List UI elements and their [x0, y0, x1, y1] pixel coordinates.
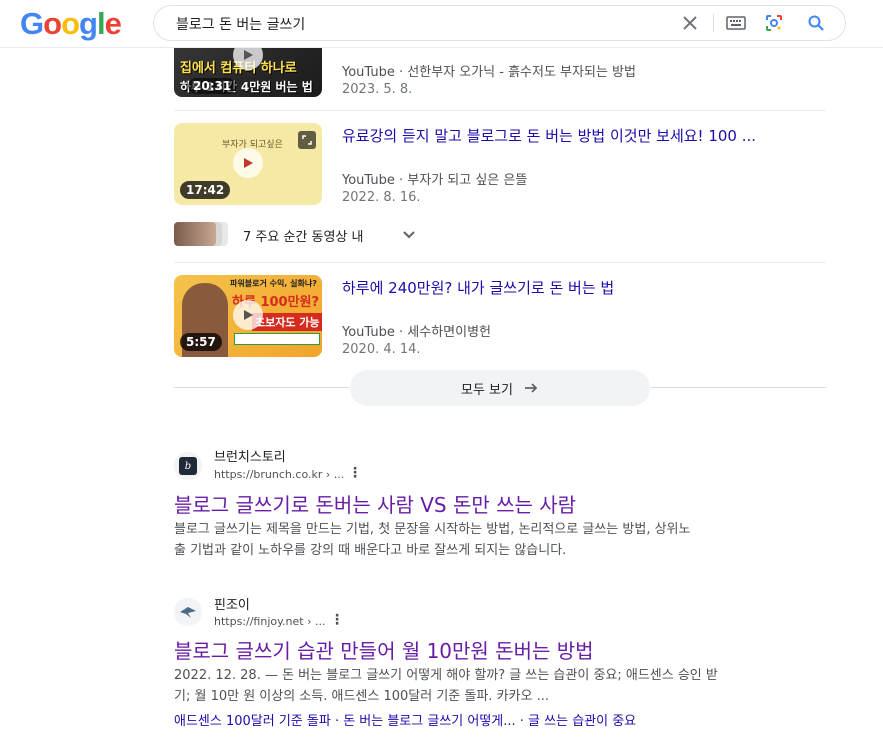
chevron-down-icon[interactable] [402, 227, 416, 246]
arrow-right-icon [524, 383, 538, 393]
search-input[interactable]: 블로그 돈 버는 글쓰기 [176, 14, 305, 34]
snippet-line: 블로그 글쓰기는 제목을 만드는 기법, 첫 문장을 시작하는 방법, 논리적으… [174, 522, 691, 537]
search-bar-graphic [234, 333, 320, 345]
video-date: 2022. 8. 16. [342, 190, 421, 205]
channel-name: 선한부자 오가닉 - 흙수저도 부자되는 방법 [407, 65, 636, 80]
site-name[interactable]: 핀조이 [214, 594, 250, 613]
video-result[interactable]: 파워블로거 수익, 실화냐? 하루 100만원? 초보자도 가능 5:57 하루… [174, 275, 826, 365]
search-icon[interactable] [806, 13, 826, 33]
result-snippet: 블로그 글쓰기는 제목을 만드는 기법, 첫 문장을 시작하는 방법, 논리적으… [174, 519, 784, 561]
result-title-link[interactable]: 블로그 글쓰기로 돈버는 사람 VS 돈만 쓰는 사람 [174, 489, 576, 518]
result-title-link[interactable]: 블로그 글쓰기 습관 만들어 월 10만원 돈버는 방법 [174, 635, 594, 664]
thumbnail-caption: 파워블로거 수익, 실화냐? [230, 279, 317, 288]
web-result: 핀조이 https://finjoy.net › ... ⋮ 블로그 글쓰기 습… [174, 594, 794, 734]
expand-icon[interactable] [298, 131, 316, 149]
header: Google 블로그 돈 버는 글쓰기 [0, 0, 883, 47]
search-box[interactable]: 블로그 돈 버는 글쓰기 [153, 5, 846, 41]
clear-icon[interactable] [680, 13, 700, 33]
video-result[interactable]: 부자가 되고싶은 17:42 유료강의 듣지 말고 블로그로 돈 버는 방법 이… [174, 123, 826, 213]
moment-thumbnails [174, 222, 228, 246]
logo-letter: G [20, 6, 44, 41]
sitelinks[interactable]: 애드센스 100달러 기준 돌파 · 돈 버는 블로그 글쓰기 어떻게... ·… [174, 710, 636, 729]
logo-letter: l [96, 6, 106, 41]
video-thumbnail[interactable]: 파워블로거 수익, 실화냐? 하루 100만원? 초보자도 가능 5:57 [174, 275, 322, 357]
snippet-line: 출 기법과 같이 노하우를 강의 때 배운다고 바로 잘쓰게 되지는 않습니다. [174, 543, 567, 558]
source-name: YouTube [342, 173, 395, 188]
result-snippet: 2022. 12. 28. — 돈 버는 블로그 글쓰기 어떻게 해야 할까? … [174, 665, 784, 707]
video-title-link[interactable]: 유료강의 듣지 말고 블로그로 돈 버는 방법 이것만 보세요! 100 ... [342, 125, 756, 146]
see-all-button[interactable]: 모두 보기 [350, 370, 650, 406]
finjoy-favicon[interactable] [174, 598, 202, 626]
video-thumbnail[interactable]: 부자가 되고싶은 17:42 [174, 123, 322, 205]
web-result: b 브런치스토리 https://brunch.co.kr › ... ⋮ 블로… [174, 446, 794, 566]
separator [174, 110, 826, 111]
video-source: YouTube · 부자가 되고 싶은 은뜰 [342, 173, 528, 188]
brunch-favicon[interactable]: b [174, 452, 202, 480]
logo-letter: e [104, 6, 122, 41]
divider [713, 14, 714, 32]
site-url[interactable]: https://finjoy.net › ... [214, 615, 326, 628]
channel-name: 세수하면이병헌 [407, 325, 492, 340]
snippet-line: 2022. 12. 28. — 돈 버는 블로그 글쓰기 어떻게 해야 할까? … [174, 668, 718, 683]
video-title-link[interactable]: 하루에 240만원? 내가 글쓰기로 돈 버는 법 [342, 277, 614, 298]
video-source: YouTube · 세수하면이병헌 [342, 325, 492, 340]
play-icon [233, 148, 263, 178]
site-name[interactable]: 브런치스토리 [214, 446, 286, 465]
source-name: YouTube [342, 325, 395, 340]
more-options-icon[interactable]: ⋮ [330, 612, 344, 628]
channel-name: 부자가 되고 싶은 은뜰 [407, 173, 528, 188]
google-logo[interactable]: Google [20, 6, 122, 42]
lens-icon[interactable] [764, 13, 784, 33]
key-moments-toggle[interactable]: 7 주요 순간 동영상 내 [174, 220, 826, 248]
separator [174, 262, 826, 263]
logo-letter: o [61, 6, 80, 41]
logo-letter: g [79, 6, 98, 41]
see-all-label: 모두 보기 [461, 382, 513, 398]
video-duration: 17:42 [180, 181, 231, 199]
key-moments-label: 7 주요 순간 동영상 내 [243, 230, 364, 245]
logo-letter: o [43, 6, 62, 41]
video-date: 2020. 4. 14. [342, 342, 421, 357]
play-icon [233, 300, 263, 330]
video-source: YouTube · 선한부자 오가닉 - 흙수저도 부자되는 방법 [342, 65, 636, 80]
more-options-icon[interactable]: ⋮ [348, 465, 362, 481]
video-duration: 5:57 [180, 333, 222, 351]
snippet-line: 기; 월 10만 원 이상의 소득. 애드센스 100달러 기준 돌파. 카카오… [174, 689, 549, 704]
video-duration: 20:31 [188, 78, 237, 94]
video-date: 2023. 5. 8. [342, 82, 413, 97]
keyboard-icon[interactable] [726, 13, 746, 33]
site-url[interactable]: https://brunch.co.kr › ... [214, 468, 344, 481]
source-name: YouTube [342, 65, 395, 80]
